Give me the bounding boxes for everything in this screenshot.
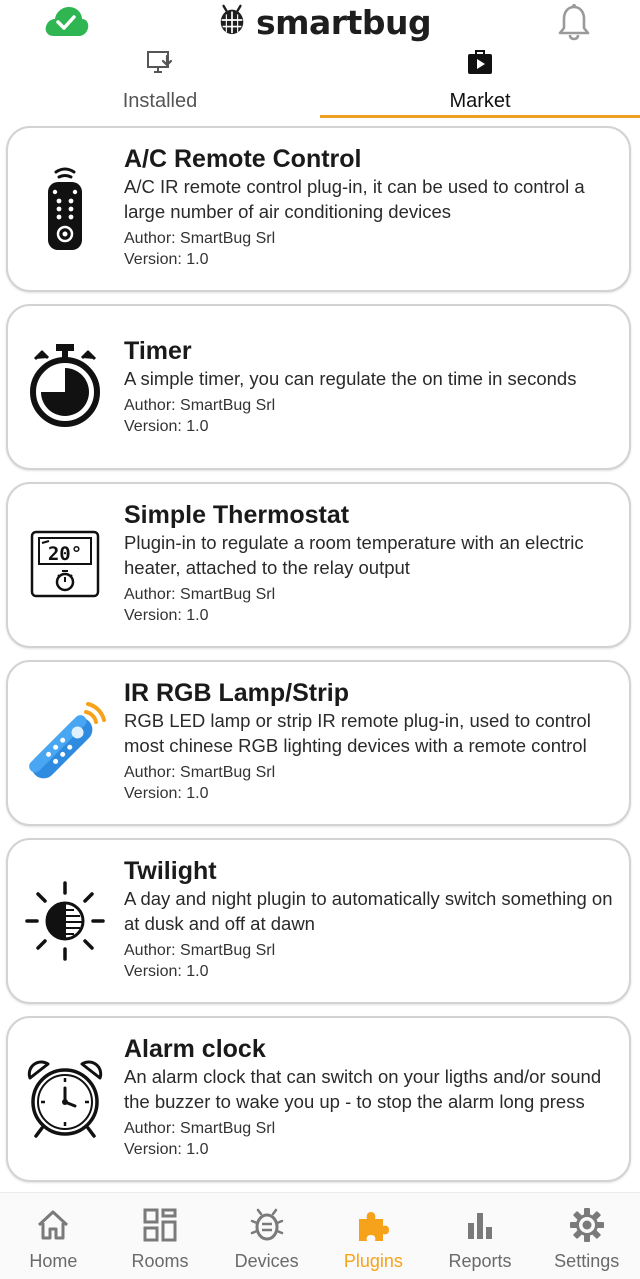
plugin-title: Simple Thermostat (124, 501, 350, 529)
rooms-grid-icon (142, 1207, 178, 1243)
gear-icon (569, 1207, 605, 1243)
plugin-version: Version: 1.0 (124, 785, 209, 802)
nav-label: Home (29, 1251, 78, 1271)
download-to-screen-icon (145, 48, 175, 78)
cloud-check-icon[interactable] (42, 4, 90, 38)
plugin-version: Version: 1.0 (124, 607, 209, 624)
plugin-description: A day and night plugin to automatically … (124, 888, 613, 934)
plugin-title: Timer (124, 337, 192, 365)
thermostat-display-text: 20° (48, 543, 82, 565)
nav-devices[interactable]: Devices (213, 1193, 320, 1279)
plugin-author: Author: SmartBug Srl (124, 230, 276, 247)
store-bag-icon (465, 48, 495, 78)
thermostat-icon: 20° (22, 520, 108, 606)
ac-remote-icon (22, 166, 108, 252)
nav-label: Settings (554, 1251, 620, 1271)
tab-market-label: Market (449, 90, 511, 112)
logo-text: smartbug (256, 2, 432, 42)
plugin-version: Version: 1.0 (124, 963, 209, 980)
bar-chart-icon (462, 1207, 498, 1243)
nav-label: Rooms (131, 1251, 189, 1271)
plugin-description: A/C IR remote control plug-in, it can be… (124, 176, 585, 222)
bug-logo-icon (216, 4, 248, 41)
plugin-author: Author: SmartBug Srl (124, 397, 276, 414)
plugin-card-ac-remote[interactable]: A/C Remote Control A/C IR remote control… (6, 126, 631, 292)
nav-settings[interactable]: Settings (533, 1193, 640, 1279)
bug-device-icon (249, 1207, 285, 1243)
plugin-card-twilight[interactable]: Twilight A day and night plugin to autom… (6, 838, 631, 1004)
tab-installed[interactable]: Installed (0, 44, 320, 120)
stopwatch-icon (22, 342, 108, 428)
alarm-clock-icon (22, 1056, 108, 1142)
plugin-version: Version: 1.0 (124, 251, 209, 268)
plugin-title: Twilight (124, 857, 217, 885)
app-header: smartbug (0, 0, 640, 44)
plugin-description: RGB LED lamp or strip IR remote plug-in,… (124, 710, 591, 756)
nav-home[interactable]: Home (0, 1193, 107, 1279)
bottom-navigation: Home Rooms Devices Plugins Reports Setti… (0, 1192, 640, 1279)
plugin-version: Version: 1.0 (124, 1141, 209, 1158)
plugin-tabs: Installed Market (0, 44, 640, 120)
plugin-description: A simple timer, you can regulate the on … (124, 368, 577, 389)
nav-rooms[interactable]: Rooms (107, 1193, 214, 1279)
bell-icon[interactable] (556, 3, 592, 41)
plugin-card-thermostat[interactable]: 20° Simple Thermostat Plugin-in to regul… (6, 482, 631, 648)
plugin-card-rgb-lamp[interactable]: IR RGB Lamp/Strip RGB LED lamp or strip … (6, 660, 631, 826)
plugin-description-line: An alarm clock that can switch on your l… (124, 1066, 602, 1112)
plugin-title: A/C Remote Control (124, 145, 362, 173)
plugin-author: Author: SmartBug Srl (124, 586, 276, 603)
puzzle-icon (355, 1207, 391, 1243)
plugin-description: An alarm clock that can switch on your l… (124, 1064, 627, 1114)
nav-reports[interactable]: Reports (427, 1193, 534, 1279)
plugin-card-timer[interactable]: Timer A simple timer, you can regulate t… (6, 304, 631, 470)
nav-label: Devices (234, 1251, 299, 1271)
nav-plugins[interactable]: Plugins (320, 1193, 427, 1279)
app-logo: smartbug (216, 0, 432, 44)
rgb-remote-icon (22, 698, 108, 784)
plugin-version: Version: 1.0 (124, 418, 209, 435)
tab-market[interactable]: Market (320, 44, 640, 120)
plugin-title: Alarm clock (124, 1035, 266, 1063)
day-night-icon (22, 878, 108, 964)
nav-label: Plugins (343, 1251, 403, 1271)
tab-installed-label: Installed (122, 90, 198, 112)
plugin-author: Author: SmartBug Srl (124, 1120, 276, 1137)
plugin-author: Author: SmartBug Srl (124, 764, 276, 781)
plugin-description: Plugin-in to regulate a room temperature… (124, 532, 584, 578)
nav-label: Reports (448, 1251, 512, 1271)
plugin-author: Author: SmartBug Srl (124, 942, 276, 959)
home-icon (35, 1207, 71, 1243)
plugin-card-alarm-clock[interactable]: Alarm clock An alarm clock that can swit… (6, 1016, 631, 1182)
plugin-title: IR RGB Lamp/Strip (124, 679, 350, 707)
